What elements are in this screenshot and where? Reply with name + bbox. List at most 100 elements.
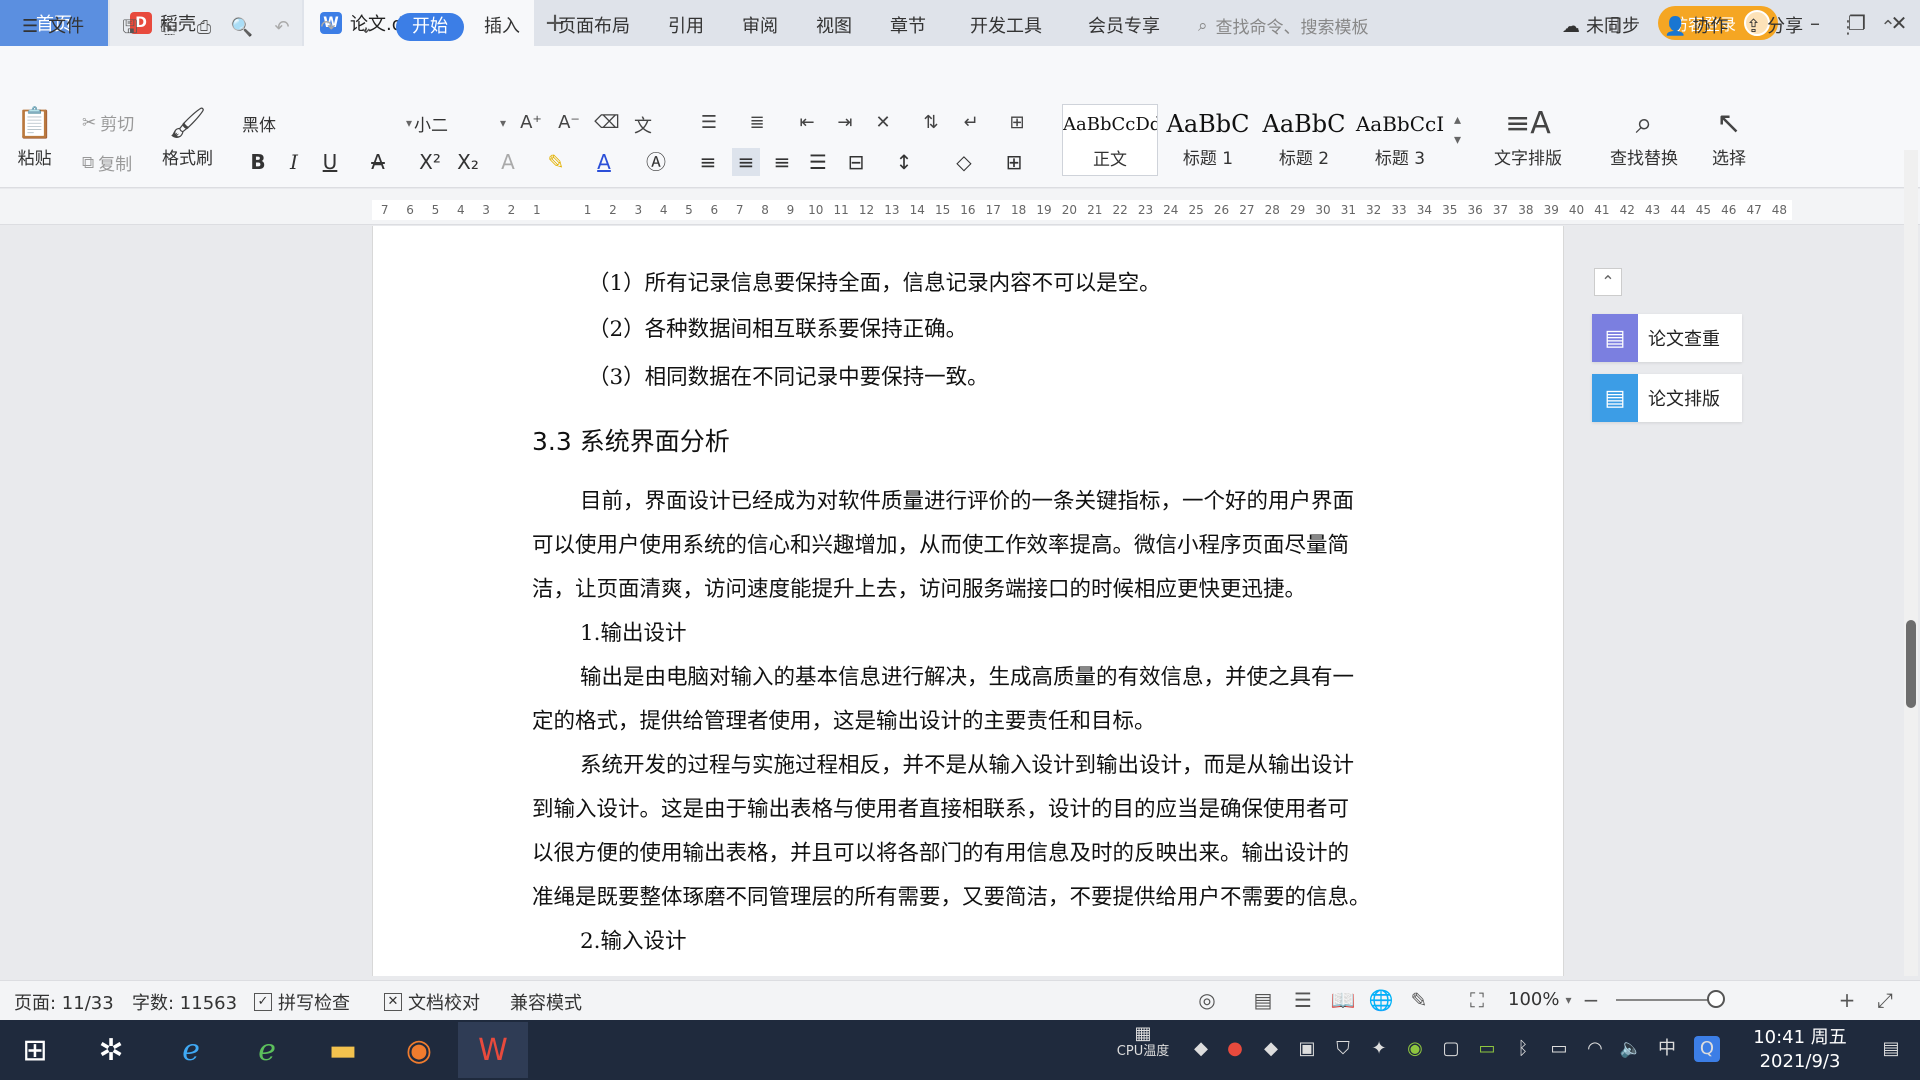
file-explorer-icon[interactable]: ▬ [308, 1022, 378, 1078]
subscript-icon[interactable]: X₂ [454, 148, 482, 176]
chinese-layout-icon[interactable]: ✕ [870, 112, 896, 138]
undo-icon[interactable]: ↶ [270, 16, 294, 40]
tray-app-icon[interactable]: ◉ [1402, 1036, 1428, 1062]
print-preview-icon[interactable]: 🔍 [230, 16, 254, 40]
paper-layout-button[interactable]: ▤ 论文排版 [1592, 374, 1742, 422]
italic-icon[interactable]: I [280, 148, 308, 176]
menu-start[interactable]: 开始 [396, 13, 464, 41]
distributed-icon[interactable]: ⊟ [842, 148, 870, 176]
web-view-icon[interactable]: 🌐 [1368, 988, 1394, 1012]
font-size-select[interactable]: 小二 ▾ [414, 108, 506, 138]
font-name-select[interactable]: 黑体 ▾ [242, 108, 412, 138]
styles-scroll-icon[interactable]: ▴ ▾ [1454, 110, 1461, 150]
menu-insert[interactable]: 插入 [484, 13, 520, 41]
ime-indicator[interactable]: 中 [1654, 1036, 1680, 1062]
pinyin-icon[interactable]: 文 [630, 112, 656, 138]
copy-button[interactable]: ⧉ 复制 [82, 150, 132, 176]
style-normal[interactable]: AaBbCcDd 正文 [1062, 104, 1158, 176]
bold-icon[interactable]: B [244, 148, 272, 176]
wps-writer-icon[interactable]: W [458, 1022, 528, 1078]
shield-icon[interactable]: ⛉ [1330, 1036, 1356, 1062]
output-pdf-icon[interactable]: ⎘ [156, 16, 180, 40]
select-button[interactable]: ↖ 选择 [1712, 104, 1746, 169]
cut-button[interactable]: ✂ 剪切 [82, 110, 134, 136]
game-app-icon[interactable]: ◉ [384, 1022, 454, 1078]
tray-app-icon[interactable]: ▭ [1474, 1036, 1500, 1062]
menu-view[interactable]: 视图 [816, 13, 852, 41]
table-lines-icon[interactable]: ⊞ [1004, 112, 1030, 138]
system-clock[interactable]: 10:41 周五 2021/9/3 [1740, 1026, 1860, 1074]
fit-page-icon[interactable]: ⛶ [1464, 988, 1490, 1012]
more-icon[interactable]: ⋮ [1836, 16, 1860, 40]
tray-app-icon[interactable]: ▣ [1294, 1036, 1320, 1062]
numbered-list-icon[interactable]: ≣ [744, 112, 770, 138]
bullet-list-icon[interactable]: ☰ [696, 112, 722, 138]
highlight-icon[interactable]: ✎ [542, 148, 570, 176]
shrink-font-icon[interactable]: A⁻ [556, 112, 582, 138]
collapse-panel-icon[interactable]: ⌃ [1594, 268, 1622, 296]
write-view-icon[interactable]: ✎ [1406, 988, 1432, 1012]
align-right-icon[interactable]: ≡ [768, 148, 796, 176]
format-painter-button[interactable]: 🖌 格式刷 [162, 104, 213, 169]
scrollbar-thumb[interactable] [1906, 620, 1916, 708]
pinwheel-app-icon[interactable]: ✲ [76, 1022, 146, 1078]
superscript-icon[interactable]: X² [416, 148, 444, 176]
text-effect-icon[interactable]: A [494, 148, 522, 176]
minimize-icon[interactable]: – [1800, 8, 1830, 38]
clear-format-icon[interactable]: ⌫ [594, 112, 620, 138]
save-icon[interactable]: 🖫 [118, 16, 142, 40]
char-border-icon[interactable]: Ⓐ [642, 148, 670, 176]
eye-protection-icon[interactable]: ◎ [1194, 988, 1220, 1012]
tray-app-icon[interactable]: ◆ [1188, 1036, 1214, 1062]
word-count[interactable]: 字数: 11563 [132, 989, 237, 1015]
volume-icon[interactable]: 🔈 [1618, 1036, 1644, 1062]
zoom-level-select[interactable]: 100% ▾ [1508, 989, 1572, 1010]
tray-app-icon[interactable]: ✦ [1366, 1036, 1392, 1062]
wifi-icon[interactable]: ◠ [1582, 1036, 1608, 1062]
sync-button[interactable]: ☁ 未同步 [1562, 13, 1640, 41]
menu-review[interactable]: 审阅 [742, 13, 778, 41]
print-icon[interactable]: ⎙ [192, 16, 216, 40]
ie-browser-icon[interactable]: ℯ [156, 1022, 226, 1078]
redo-icon[interactable]: ↷ [316, 16, 340, 40]
windows-start-icon[interactable]: ⊞ [0, 1022, 70, 1078]
browser-360-icon[interactable]: ℯ [232, 1022, 302, 1078]
spell-check-toggle[interactable]: ✓ 拼写检查 [254, 989, 350, 1015]
increase-indent-icon[interactable]: ⇥ [832, 112, 858, 138]
page-indicator[interactable]: 页面: 11/33 [14, 989, 114, 1015]
tray-app-icon[interactable]: ▢ [1438, 1036, 1464, 1062]
outline-view-icon[interactable]: ☰ [1290, 988, 1316, 1012]
file-menu[interactable]: ☰ 文件 [22, 13, 84, 41]
menu-page-layout[interactable]: 页面布局 [558, 13, 630, 41]
vertical-scrollbar[interactable] [1904, 150, 1918, 976]
proofread-button[interactable]: ✕ 文档校对 [384, 989, 480, 1015]
shading-icon[interactable]: ◇ [950, 148, 978, 176]
justify-icon[interactable]: ☰ [804, 148, 832, 176]
grow-font-icon[interactable]: A⁺ [518, 112, 544, 138]
style-heading-2[interactable]: AaBbC 标题 2 [1256, 104, 1352, 176]
style-heading-3[interactable]: AaBbCcI 标题 3 [1352, 104, 1448, 176]
borders-icon[interactable]: ⊞ [1000, 148, 1028, 176]
paragraph-mark-icon[interactable]: ↵ [958, 112, 984, 138]
reading-view-icon[interactable]: 📖 [1330, 988, 1356, 1012]
fullscreen-icon[interactable]: ⤢ [1872, 988, 1898, 1012]
menu-chapter[interactable]: 章节 [890, 13, 926, 41]
align-center-icon[interactable]: ≡ [732, 148, 760, 176]
command-search-input[interactable]: ⌕ 查找命令、搜索模板 [1198, 13, 1369, 39]
share-button[interactable]: ⇪ 分享 [1746, 13, 1803, 41]
notification-icon[interactable]: ▤ [1878, 1036, 1904, 1062]
menu-references[interactable]: 引用 [668, 13, 704, 41]
tray-app-icon[interactable]: ● [1222, 1036, 1248, 1062]
collapse-ribbon-icon[interactable]: ⌃ [1876, 16, 1900, 40]
align-left-icon[interactable]: ≡ [694, 148, 722, 176]
menu-member[interactable]: 会员专享 [1088, 13, 1160, 41]
style-heading-1[interactable]: AaBbC 标题 1 [1160, 104, 1256, 176]
font-color-icon[interactable]: A [590, 148, 618, 176]
tray-app-icon[interactable]: ◆ [1258, 1036, 1284, 1062]
horizontal-ruler[interactable]: 7 6 5 4 3 2 1 1 2 3 4 5 6 7 8 9 10 11 12 13 14 15 16 17 18 19 20 21… [372, 200, 1792, 220]
underline-icon[interactable]: U [316, 148, 344, 176]
zoom-in-icon[interactable]: + [1834, 988, 1860, 1012]
find-replace-button[interactable]: ⌕ 查找替换 [1610, 104, 1678, 169]
paper-check-button[interactable]: ▤ 论文查重 [1592, 314, 1742, 362]
strikethrough-icon[interactable]: A [364, 148, 392, 176]
